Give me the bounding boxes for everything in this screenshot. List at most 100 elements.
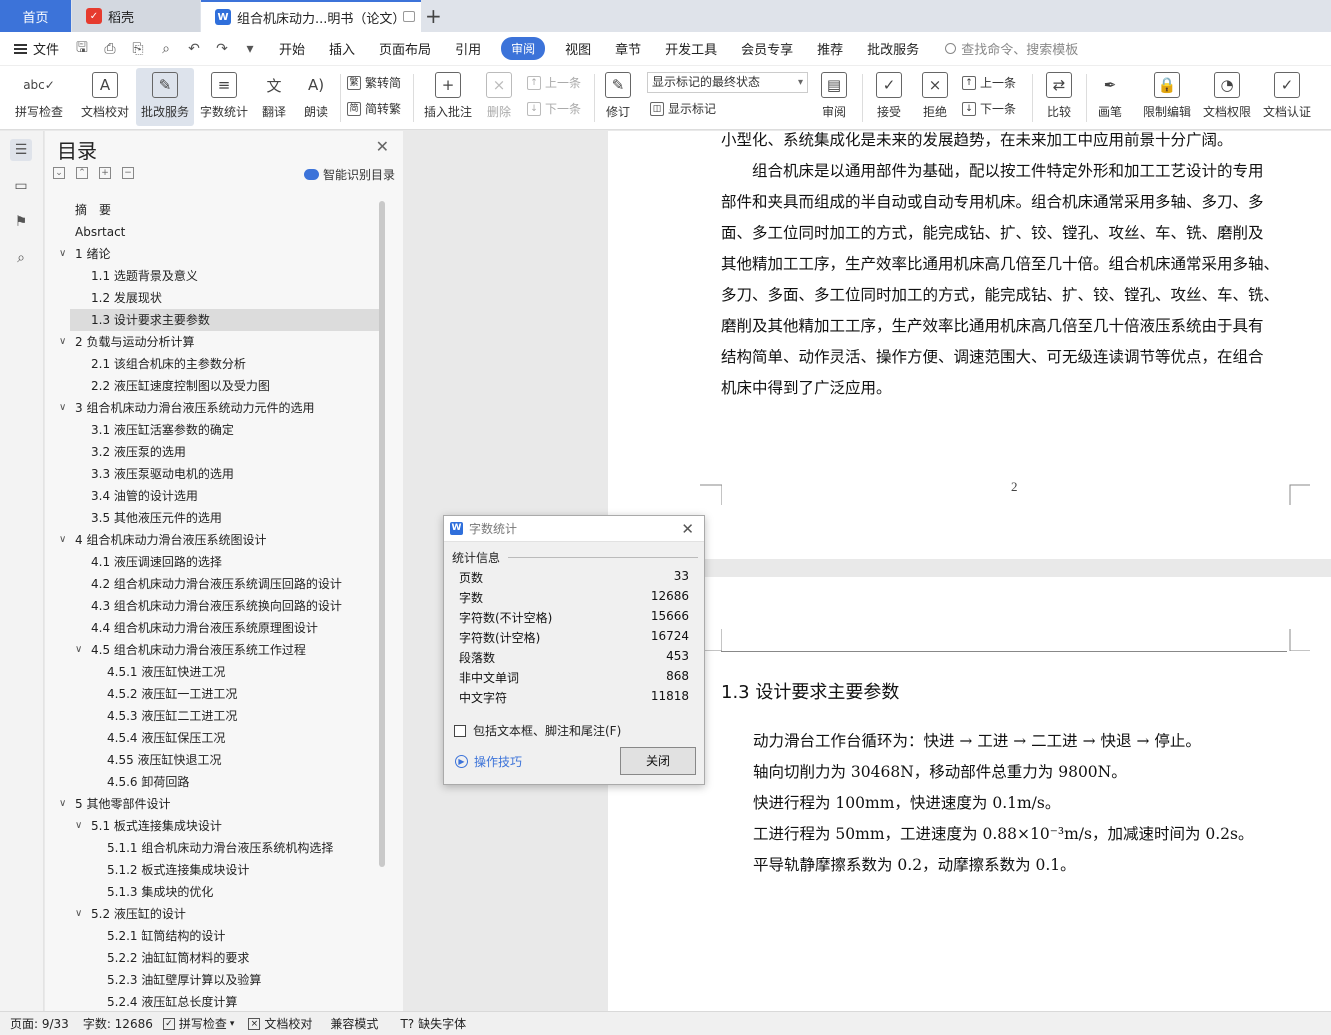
toc-item[interactable]: 5.1.3 集成块的优化 [45, 881, 380, 903]
menu-revise-service[interactable]: 批改服务 [867, 39, 919, 58]
toc-item[interactable]: 5.1.2 板式连接集成块设计 [45, 859, 380, 881]
word-count-button[interactable]: ≡ 字数统计 [196, 68, 252, 126]
spell-check-toggle[interactable]: ✓ 拼写检查 ▾ [162, 1015, 234, 1032]
toc-item[interactable]: 4.4 组合机床动力滑台液压系统原理图设计 [45, 617, 380, 639]
toc-item[interactable]: 3.2 液压泵的选用 [45, 441, 380, 463]
undo-icon[interactable]: ↶ [185, 41, 203, 57]
toc-item[interactable]: Absrtact [45, 221, 380, 243]
toc-item[interactable]: 4.2 组合机床动力滑台液压系统调压回路的设计 [45, 573, 380, 595]
redo-icon[interactable]: ↷ [213, 41, 231, 57]
screen-icon[interactable] [403, 11, 415, 22]
toc-item[interactable]: ∨ 1 绪论 [45, 243, 380, 265]
toc-item[interactable]: 3.5 其他液压元件的选用 [45, 507, 380, 529]
chapter-pane-icon[interactable]: ▭ [10, 175, 32, 197]
chevron-down-icon[interactable]: ∨ [75, 639, 82, 661]
toc-item[interactable]: ∨ 2 负载与运动分析计算 [45, 331, 380, 353]
toc-item[interactable]: ∨ 4 组合机床动力滑台液压系统图设计 [45, 529, 380, 551]
toc-item[interactable]: 1.1 选题背景及意义 [45, 265, 380, 287]
chevron-down-icon[interactable]: ∨ [75, 903, 82, 925]
reject-button[interactable]: × 拒绝 [914, 68, 956, 126]
trad-to-simp-button[interactable]: 繁 繁转简 [347, 74, 401, 91]
remove-heading-icon[interactable]: − [122, 167, 134, 179]
more-icon[interactable]: ▾ [241, 41, 259, 57]
menu-start[interactable]: 开始 [279, 39, 305, 58]
menu-insert[interactable]: 插入 [329, 39, 355, 58]
show-markup-button[interactable]: ◫ 显示标记 [650, 100, 716, 117]
missing-font-button[interactable]: T? 缺失字体 [400, 1015, 466, 1032]
toc-pane-icon[interactable]: ☰ [10, 139, 32, 161]
menu-layout[interactable]: 页面布局 [379, 39, 431, 58]
toc-item[interactable]: 1.2 发展现状 [45, 287, 380, 309]
revise-service-button[interactable]: ✎ 批改服务 [136, 68, 194, 126]
toc-item[interactable]: 2.1 该组合机床的主参数分析 [45, 353, 380, 375]
add-heading-icon[interactable]: + [99, 167, 111, 179]
menu-member[interactable]: 会员专享 [741, 39, 793, 58]
include-textbox-checkbox[interactable]: 包括文本框、脚注和尾注(F) [454, 722, 621, 739]
close-button[interactable]: 关闭 [620, 747, 696, 775]
print-preview-icon[interactable]: ⌕ [157, 41, 175, 57]
tab-home[interactable]: 首页 [0, 0, 71, 32]
toc-item[interactable]: 1.3 设计要求主要参数 [70, 309, 380, 331]
save-icon[interactable]: 🖫 [73, 37, 91, 61]
page-indicator[interactable]: 页面: 9/33 [10, 1015, 69, 1032]
spell-check-button[interactable]: abc✓ 拼写检查 [8, 68, 70, 126]
toc-item[interactable]: 4.5.6 卸荷回路 [45, 771, 380, 793]
close-icon[interactable]: ✕ [681, 520, 694, 538]
next-comment-button[interactable]: ↓ 下一条 [527, 100, 581, 117]
toc-scrollbar[interactable] [379, 201, 385, 867]
toc-item[interactable]: 4.3 组合机床动力滑台液压系统换向回路的设计 [45, 595, 380, 617]
chevron-down-icon[interactable]: ∨ [75, 815, 82, 837]
toc-item[interactable]: 5.2.3 油缸壁厚计算以及验算 [45, 969, 380, 991]
chevron-down-icon[interactable]: ∨ [59, 397, 66, 419]
accept-button[interactable]: ✓ 接受 [868, 68, 910, 126]
toc-item[interactable]: ∨ 3 组合机床动力滑台液压系统动力元件的选用 [45, 397, 380, 419]
menu-view[interactable]: 视图 [565, 39, 591, 58]
next-change-button[interactable]: ↓ 下一条 [962, 100, 1016, 117]
toc-item[interactable]: 4.1 液压调速回路的选择 [45, 551, 380, 573]
toc-item[interactable]: 5.2.4 液压缸总长度计算 [45, 991, 380, 1013]
word-count-indicator[interactable]: 字数: 12686 [83, 1015, 153, 1032]
toc-item[interactable]: 4.5.4 液压缸保压工况 [45, 727, 380, 749]
doc-proofread-button[interactable]: A 文档校对 [76, 68, 134, 126]
simp-to-trad-button[interactable]: 简 简转繁 [347, 100, 401, 117]
new-tab-button[interactable]: + [425, 4, 442, 28]
doc-permission-button[interactable]: ◔ 文档权限 [1198, 68, 1256, 126]
tab-daoke[interactable]: ✓ 稻壳 [72, 0, 200, 32]
pen-button[interactable]: ✒ 画笔 [1092, 68, 1128, 126]
command-search[interactable]: 查找命令、搜索模板 [945, 39, 1078, 58]
toc-item[interactable]: ∨ 5.2 液压缸的设计 [45, 903, 380, 925]
doc-certify-button[interactable]: ✓ 文档认证 [1258, 68, 1316, 126]
menu-developer[interactable]: 开发工具 [665, 39, 717, 58]
toc-item[interactable]: 4.5.2 液压缸一工进工况 [45, 683, 380, 705]
chevron-down-icon[interactable]: ∨ [59, 793, 66, 815]
chevron-down-icon[interactable]: ∨ [59, 331, 66, 353]
restrict-edit-button[interactable]: 🔒 限制编辑 [1138, 68, 1196, 126]
export-pdf-icon[interactable]: ⎙ [101, 41, 119, 57]
doc-proofread-toggle[interactable]: × 文档校对 [248, 1015, 312, 1032]
toc-item[interactable]: 5.2.2 油缸缸筒材料的要求 [45, 947, 380, 969]
collapse-all-icon[interactable]: ⌄ [53, 167, 65, 179]
menu-references[interactable]: 引用 [455, 39, 481, 58]
print-icon[interactable]: ⎘ [129, 41, 147, 57]
review-pane-button[interactable]: ▤ 审阅 [814, 68, 854, 126]
chevron-down-icon[interactable]: ∨ [59, 529, 66, 551]
compare-button[interactable]: ⇄ 比较 [1038, 68, 1080, 126]
track-changes-button[interactable]: ✎ 修订 [600, 68, 636, 126]
toc-item[interactable]: ∨ 4.5 组合机床动力滑台液压系统工作过程 [45, 639, 380, 661]
translate-button[interactable]: 文 翻译 [254, 68, 294, 126]
file-menu[interactable]: 文件 [14, 39, 59, 58]
menu-chapter[interactable]: 章节 [615, 39, 641, 58]
insert-comment-button[interactable]: + 插入批注 [420, 68, 476, 126]
toc-item[interactable]: 4.5.1 液压缸快进工况 [45, 661, 380, 683]
toc-item[interactable]: 4.55 液压缸快退工况 [45, 749, 380, 771]
tab-document[interactable]: W 组合机床动力...明书（论文） [201, 0, 421, 32]
toc-item[interactable]: 5.1.1 组合机床动力滑台液压系统机构选择 [45, 837, 380, 859]
chevron-down-icon[interactable]: ∨ [59, 243, 66, 265]
toc-item[interactable]: ∨ 5.1 板式连接集成块设计 [45, 815, 380, 837]
toc-item[interactable]: 5.2.1 缸筒结构的设计 [45, 925, 380, 947]
smart-toc-button[interactable]: 智能识别目录 [303, 166, 395, 183]
close-icon[interactable]: ✕ [376, 137, 389, 156]
expand-all-icon[interactable]: ⌃ [76, 167, 88, 179]
toc-item[interactable]: 2.2 液压缸速度控制图以及受力图 [45, 375, 380, 397]
prev-comment-button[interactable]: ↑ 上一条 [527, 74, 581, 91]
